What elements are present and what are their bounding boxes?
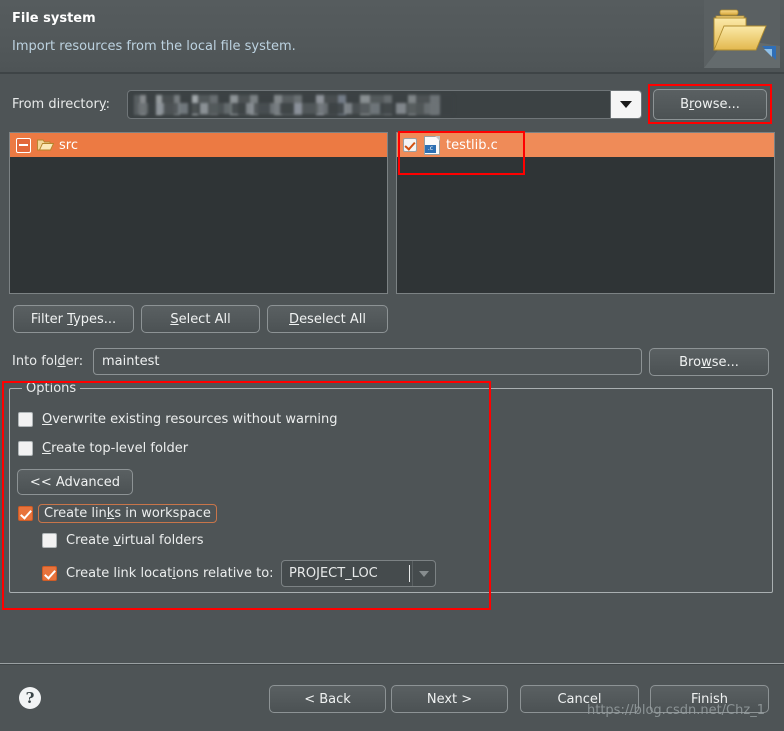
source-file-list[interactable]: .c testlib.c [396, 132, 775, 294]
create-links-label: Create links in workspace [38, 504, 217, 523]
source-folder-tree[interactable]: src [9, 132, 388, 294]
from-directory-combo[interactable] [127, 90, 642, 119]
from-directory-label-text: From directory: [12, 97, 110, 112]
wizard-header: File system Import resources from the lo… [0, 0, 784, 74]
c-file-badge: .c [425, 144, 436, 153]
browse-into-folder-button[interactable]: Browse... [649, 348, 769, 376]
chevron-down-icon [419, 570, 429, 577]
deselect-all-button[interactable]: Deselect All [267, 305, 388, 333]
advanced-toggle-button-label: << Advanced [29, 474, 121, 490]
next-button-label: Next > [426, 691, 473, 707]
tree-item-label: src [59, 137, 78, 153]
tree-row[interactable]: .c testlib.c [397, 133, 774, 157]
create-virtual-folders-label: Create virtual folders [66, 533, 204, 548]
filter-types-button[interactable]: Filter Types... [13, 305, 134, 333]
overwrite-existing-checkbox-row[interactable]: Overwrite existing resources without war… [18, 412, 337, 427]
path-variable-value: PROJECT_LOC [289, 566, 378, 581]
tree-row[interactable]: src [10, 133, 387, 157]
back-button[interactable]: < Back [269, 685, 386, 713]
from-directory-dropdown-button[interactable] [610, 91, 641, 118]
file-checkbox[interactable] [403, 138, 417, 152]
create-link-locations-relative-label: Create link locations relative to: [66, 566, 274, 581]
watermark-text: https://blog.csdn.net/Chz_1 [587, 703, 765, 718]
text-caret [409, 565, 410, 582]
deselect-all-button-label: Deselect All [289, 311, 366, 327]
collapse-minus-icon[interactable] [16, 137, 31, 153]
censored-path-block-2 [138, 103, 438, 114]
path-variable-dropdown-button[interactable] [412, 561, 435, 586]
chevron-down-icon [620, 101, 632, 108]
select-all-button-label: Select All [170, 311, 231, 327]
into-folder-input[interactable]: maintest [93, 348, 642, 375]
create-link-locations-relative-checkbox-row[interactable]: Create link locations relative to: [42, 566, 274, 581]
import-folder-icon [704, 0, 780, 68]
page-description: Import resources from the local file sys… [12, 39, 296, 54]
filter-types-button-label: Filter Types... [30, 311, 117, 327]
file-item-label: testlib.c [446, 137, 498, 153]
create-virtual-folders-checkbox[interactable] [42, 533, 57, 548]
overwrite-existing-label: Overwrite existing resources without war… [42, 412, 338, 427]
create-links-checkbox[interactable] [18, 506, 33, 521]
back-button-label: < Back [304, 691, 351, 707]
create-virtual-folders-checkbox-row[interactable]: Create virtual folders [42, 533, 204, 548]
options-group-title: Options [22, 381, 81, 396]
create-link-locations-relative-checkbox[interactable] [42, 566, 57, 581]
into-folder-label: Into folder: [12, 354, 84, 369]
into-folder-value: maintest [102, 354, 160, 369]
c-file-icon: .c [424, 135, 440, 155]
select-all-button[interactable]: Select All [141, 305, 260, 333]
create-top-level-folder-checkbox-row[interactable]: Create top-level folder [18, 441, 188, 456]
folder-open-icon [37, 139, 54, 151]
browse-directory-button[interactable]: Browse... [653, 89, 767, 120]
browse-into-folder-button-label: Browse... [679, 354, 739, 370]
path-variable-combo[interactable]: PROJECT_LOC [281, 560, 436, 587]
next-button[interactable]: Next > [391, 685, 508, 713]
from-directory-input[interactable] [128, 91, 610, 118]
footer-separator [0, 663, 784, 665]
create-top-level-folder-label: Create top-level folder [42, 441, 189, 456]
create-top-level-folder-checkbox[interactable] [18, 441, 33, 456]
from-directory-label: From directory: [12, 97, 110, 112]
help-question-icon[interactable]: ? [19, 687, 41, 709]
create-links-checkbox-row[interactable]: Create links in workspace [18, 504, 217, 523]
overwrite-existing-checkbox[interactable] [18, 412, 33, 427]
browse-directory-button-label: Browse... [680, 97, 740, 112]
page-title: File system [12, 11, 96, 26]
advanced-toggle-button[interactable]: << Advanced [17, 469, 133, 495]
